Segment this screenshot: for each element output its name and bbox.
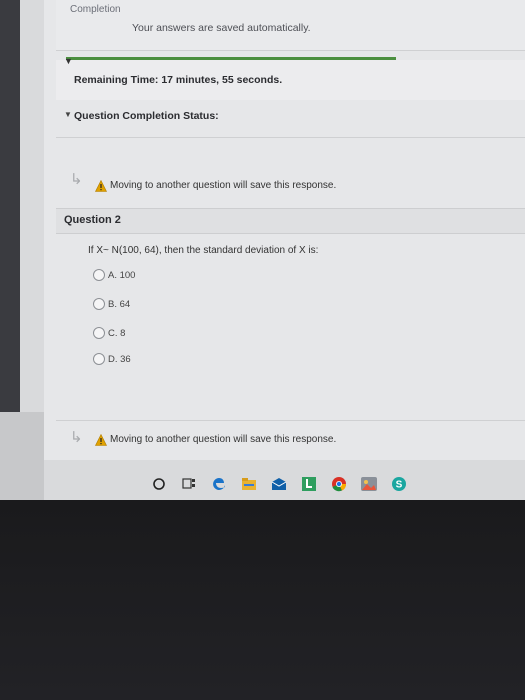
photos-icon[interactable] (360, 475, 378, 493)
answer-option-c[interactable]: C. 8 (93, 326, 125, 340)
chrome-icon[interactable] (330, 475, 348, 493)
radio-button[interactable] (93, 269, 105, 281)
remaining-time: Remaining Time: 17 minutes, 55 seconds. (74, 74, 283, 86)
option-label: D. 36 (108, 353, 131, 365)
warning-icon (95, 434, 107, 446)
collapse-arrow-icon[interactable]: ▼ (64, 56, 73, 66)
option-label: B. 64 (108, 298, 131, 310)
task-view-icon[interactable] (180, 475, 198, 493)
completion-label: Completion (70, 4, 121, 15)
radio-button[interactable] (93, 327, 105, 339)
window-left-edge (0, 0, 20, 412)
divider (56, 137, 525, 138)
browser-page: Completion Your answers are saved automa… (0, 0, 525, 500)
desk-background (0, 500, 525, 700)
answer-option-b[interactable]: B. 64 (93, 297, 130, 311)
question-header (56, 208, 525, 234)
radio-button[interactable] (93, 298, 105, 310)
answer-option-a[interactable]: A. 100 (93, 268, 135, 282)
edge-icon[interactable] (210, 475, 228, 493)
svg-text:S: S (396, 480, 403, 491)
cortana-circle-icon[interactable] (150, 475, 168, 493)
save-warning-top: Moving to another question will save thi… (110, 180, 337, 191)
warning-icon (95, 180, 107, 192)
question-text: If X~ N(100, 64), then the standard devi… (88, 245, 319, 256)
question-title: Question 2 (64, 214, 121, 226)
taskbar: S (150, 474, 420, 494)
save-warning-bottom: Moving to another question will save thi… (110, 434, 337, 445)
option-label: C. 8 (108, 327, 126, 339)
autosave-notice: Your answers are saved automatically. (132, 22, 311, 34)
file-explorer-icon[interactable] (240, 475, 258, 493)
question-completion-status-toggle[interactable]: Question Completion Status: (74, 110, 219, 122)
window-left-edge-lower (0, 412, 44, 500)
skype-icon[interactable]: S (390, 475, 408, 493)
chevron-down-icon[interactable]: ▼ (64, 110, 72, 119)
option-label: A. 100 (108, 269, 136, 281)
nav-arrow-icon: ↳ (70, 171, 83, 188)
answer-option-d[interactable]: D. 36 (93, 352, 131, 366)
divider (56, 420, 525, 421)
store-icon[interactable] (300, 475, 318, 493)
radio-button[interactable] (93, 353, 105, 365)
nav-arrow-icon: ↳ (70, 429, 83, 446)
mail-icon[interactable] (270, 475, 288, 493)
